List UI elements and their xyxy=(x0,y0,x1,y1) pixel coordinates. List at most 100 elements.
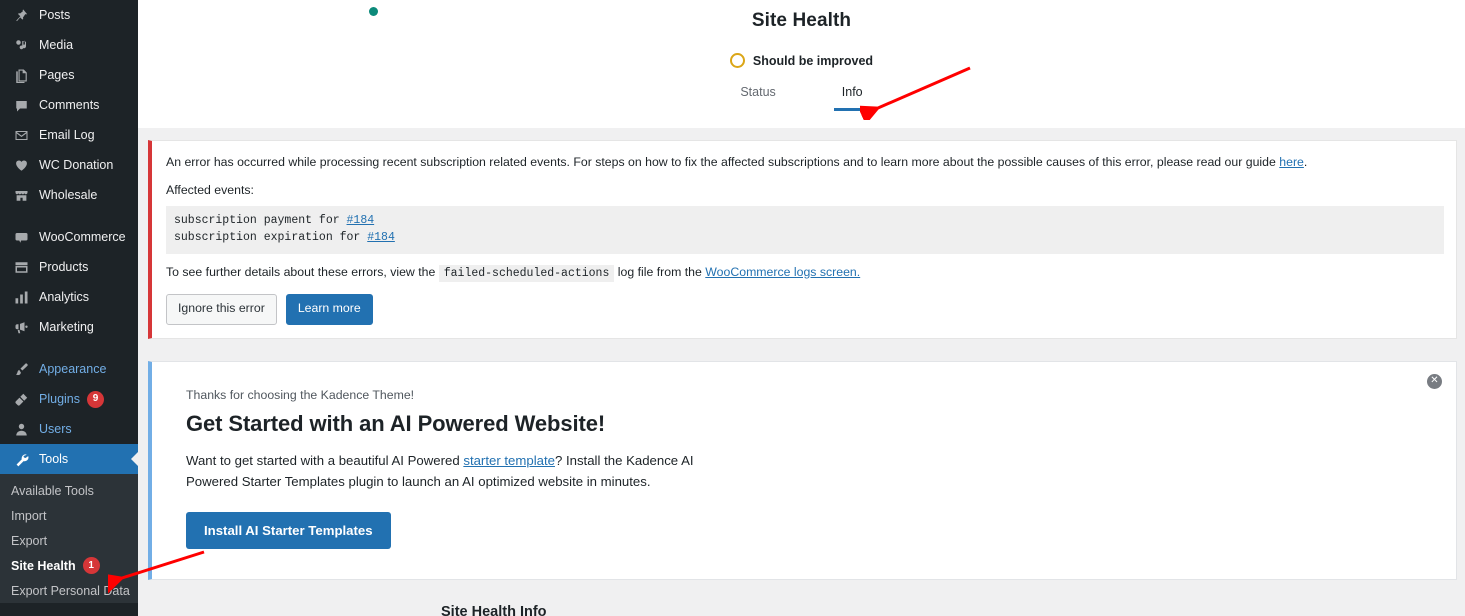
woocommerce-logs-link[interactable]: WooCommerce logs screen. xyxy=(705,265,860,279)
heart-icon xyxy=(11,155,31,175)
install-ai-starter-templates-button[interactable]: Install AI Starter Templates xyxy=(186,512,391,550)
kadence-body-text: Want to get started with a beautiful AI … xyxy=(186,450,706,493)
error-detail-mid: log file from the xyxy=(614,264,706,279)
pages-icon xyxy=(11,65,31,85)
submenu-item-label: Export Personal Data xyxy=(11,583,130,598)
brush-icon xyxy=(11,359,31,379)
health-tabs: Status Info xyxy=(138,85,1465,111)
sidebar-item-label: Plugins xyxy=(39,392,80,406)
admin-sidebar: Posts Media Pages Comments Email Log WC Donat… xyxy=(0,0,138,616)
tools-submenu: Available Tools Import Export Site Health 1 E… xyxy=(0,474,138,603)
log-file-code: failed-scheduled-actions xyxy=(438,264,615,282)
error-detail-before: To see further details about these error… xyxy=(166,264,439,279)
affected-event-text: subscription expiration for xyxy=(174,231,368,245)
user-icon xyxy=(11,419,31,439)
sidebar-item-posts[interactable]: Posts xyxy=(0,0,138,30)
affected-event-link[interactable]: #184 xyxy=(347,214,375,227)
sidebar-item-marketing[interactable]: Marketing xyxy=(0,312,138,342)
sidebar-item-label: WC Donation xyxy=(39,158,114,172)
close-icon[interactable]: ✕ xyxy=(1427,373,1442,389)
affected-event-text: subscription payment for xyxy=(174,214,347,228)
affected-event-row: subscription payment for #184 xyxy=(174,212,1436,229)
media-icon xyxy=(11,35,31,55)
store-icon xyxy=(11,185,31,205)
error-detail-text: To see further details about these error… xyxy=(166,263,1444,283)
error-lead-text: An error has occurred while processing r… xyxy=(166,153,1444,172)
submenu-item-label: Export xyxy=(11,533,48,548)
sidebar-item-plugins[interactable]: Plugins 9 xyxy=(0,384,138,414)
sidebar-item-pages[interactable]: Pages xyxy=(0,60,138,90)
error-lead-before: An error has occurred while processing r… xyxy=(166,155,1280,169)
sidebar-item-wc-donation[interactable]: WC Donation xyxy=(0,150,138,180)
affected-events-list: subscription payment for #184 subscriptio… xyxy=(166,206,1444,254)
sidebar-item-appearance[interactable]: Appearance xyxy=(0,354,138,384)
analytics-icon xyxy=(11,287,31,307)
health-status: Should be improved xyxy=(138,53,1465,68)
sidebar-item-comments[interactable]: Comments xyxy=(0,90,138,120)
kadence-thanks-text: Thanks for choosing the Kadence Theme! xyxy=(186,387,415,402)
megaphone-icon xyxy=(11,317,31,337)
error-notice-buttons: Ignore this error Learn more xyxy=(166,294,1444,325)
sidebar-item-analytics[interactable]: Analytics xyxy=(0,282,138,312)
sidebar-item-label: Appearance xyxy=(39,362,107,376)
main-content: Site Health Should be improved Status Inf… xyxy=(138,0,1465,616)
sidebar-item-users[interactable]: Users xyxy=(0,414,138,444)
sidebar-item-label: Tools xyxy=(39,452,69,466)
wrench-icon xyxy=(11,449,31,469)
error-lead-after: . xyxy=(1303,155,1308,169)
plug-icon xyxy=(11,389,31,409)
woo-icon xyxy=(11,227,31,247)
sidebar-item-label: Email Log xyxy=(39,128,95,142)
sidebar-item-label: Users xyxy=(39,422,72,436)
sidebar-item-media[interactable]: Media xyxy=(0,30,138,60)
tab-info[interactable]: Info xyxy=(833,85,871,111)
submenu-item-available-tools[interactable]: Available Tools xyxy=(0,478,138,503)
kadence-body-before: Want to get started with a beautiful AI … xyxy=(186,452,464,468)
site-health-info-section: Site Health Info This page can show you … xyxy=(148,580,1457,616)
submenu-item-export-personal-data[interactable]: Export Personal Data xyxy=(0,578,138,603)
sidebar-item-tools[interactable]: Tools xyxy=(0,444,138,474)
sidebar-item-wholesale[interactable]: Wholesale xyxy=(0,180,138,210)
error-guide-link[interactable]: here xyxy=(1279,155,1304,169)
submenu-item-export[interactable]: Export xyxy=(0,528,138,553)
site-health-info-heading: Site Health Info xyxy=(441,604,547,616)
submenu-item-import[interactable]: Import xyxy=(0,503,138,528)
sidebar-item-email-log[interactable]: Email Log xyxy=(0,120,138,150)
kadence-heading: Get Started with an AI Powered Website! xyxy=(186,410,606,436)
envelope-icon xyxy=(11,125,31,145)
submenu-item-label: Available Tools xyxy=(11,483,94,498)
sidebar-item-label: Analytics xyxy=(39,290,90,304)
sidebar-item-label: Pages xyxy=(39,68,75,82)
content-area: An error has occurred while processing r… xyxy=(138,128,1465,616)
sidebar-separator xyxy=(0,342,138,354)
sidebar-item-label: Marketing xyxy=(39,320,94,334)
sidebar-item-label: Media xyxy=(39,38,74,52)
affected-event-row: subscription expiration for #184 xyxy=(174,229,1436,246)
page-header: Site Health Should be improved Status Inf… xyxy=(138,0,1465,128)
status-dot-icon xyxy=(369,7,378,16)
status-ring-icon xyxy=(729,53,745,68)
sidebar-item-label: Posts xyxy=(39,8,71,22)
comments-icon xyxy=(11,95,31,115)
submenu-item-site-health[interactable]: Site Health 1 xyxy=(0,553,138,578)
wordpress-admin-screen: Posts Media Pages Comments Email Log WC Donat… xyxy=(0,0,1465,616)
pin-icon xyxy=(11,5,31,25)
submenu-badge: 1 xyxy=(82,557,100,574)
affected-event-link[interactable]: #184 xyxy=(367,231,395,244)
sidebar-item-woocommerce[interactable]: WooCommerce xyxy=(0,222,138,252)
learn-more-button[interactable]: Learn more xyxy=(285,294,373,325)
sidebar-item-label: Products xyxy=(39,260,89,274)
sidebar-item-label: Comments xyxy=(39,98,100,112)
sidebar-separator xyxy=(0,210,138,222)
kadence-promo-panel: ✕ Thanks for choosing the Kadence Theme!… xyxy=(148,360,1457,581)
submenu-item-label: Site Health xyxy=(11,558,76,573)
sidebar-item-label: WooCommerce xyxy=(39,230,126,244)
page-title: Site Health xyxy=(751,10,852,31)
tab-status[interactable]: Status xyxy=(732,85,783,111)
ignore-error-button[interactable]: Ignore this error xyxy=(166,294,277,325)
sidebar-item-products[interactable]: Products xyxy=(0,252,138,282)
starter-template-link[interactable]: starter template xyxy=(463,453,555,468)
submenu-item-label: Import xyxy=(11,508,47,523)
subscription-error-notice: An error has occurred while processing r… xyxy=(148,140,1457,339)
health-status-label: Should be improved xyxy=(752,53,874,68)
